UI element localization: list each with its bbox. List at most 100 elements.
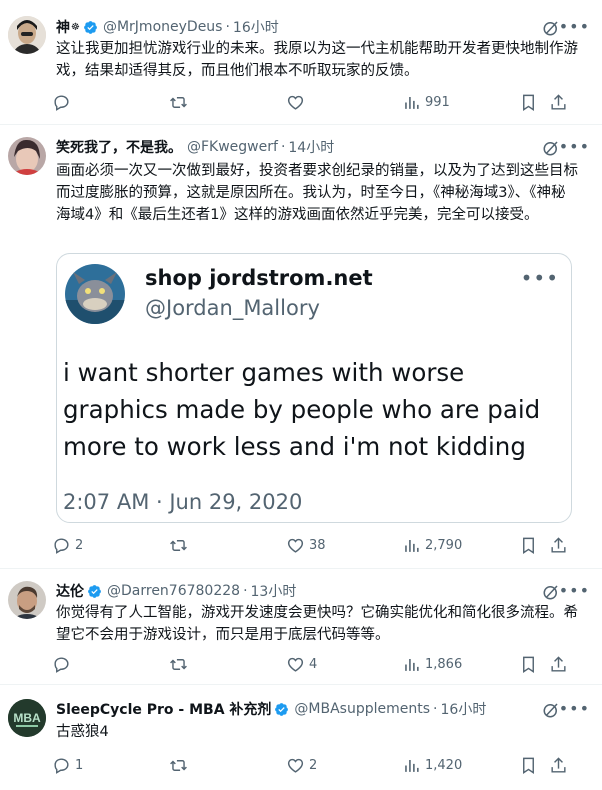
avatar-logo-text: MBA xyxy=(13,711,41,725)
author-handle[interactable]: @Darren76780228 xyxy=(107,583,240,599)
more-options-icon[interactable]: ••• xyxy=(559,18,590,36)
more-options-icon[interactable]: ••• xyxy=(559,138,590,156)
bookmark-icon xyxy=(523,656,534,673)
heart-icon xyxy=(287,758,304,773)
author-name[interactable]: 笑死我了，不是我。 xyxy=(56,137,182,157)
views-button[interactable]: 2,790 xyxy=(402,533,462,557)
views-count: 1,420 xyxy=(425,757,463,773)
analytics-icon xyxy=(405,96,419,109)
share-icon xyxy=(551,655,566,672)
avatar[interactable] xyxy=(8,16,46,54)
author-emoji: ☸ xyxy=(71,21,80,33)
post-header: 笑死我了，不是我。 @FKwegwerf · 14小时 xyxy=(56,137,582,157)
post[interactable]: MBA SleepCycle Pro - MBA 补充剂 @MBAsupplem… xyxy=(0,685,602,790)
share-icon xyxy=(551,536,566,553)
avatar[interactable] xyxy=(8,137,46,175)
author-handle[interactable]: @FKwegwerf xyxy=(187,139,278,155)
retweet-button[interactable] xyxy=(169,90,192,114)
action-bar: 2 38 2,790 xyxy=(52,533,584,557)
retweet-button[interactable] xyxy=(169,652,192,676)
quoted-timestamp: 2:07 AM · Jun 29, 2020 xyxy=(63,490,303,514)
heart-icon xyxy=(287,538,304,553)
reply-button[interactable] xyxy=(52,652,75,676)
post-time[interactable]: 14小时 xyxy=(288,137,334,157)
heart-icon xyxy=(287,95,304,110)
views-button[interactable]: 1,866 xyxy=(402,652,462,676)
reply-icon xyxy=(54,94,69,111)
retweet-button[interactable] xyxy=(169,753,192,777)
share-button[interactable] xyxy=(549,533,568,557)
grok-icon[interactable] xyxy=(542,139,560,157)
bookmark-button[interactable] xyxy=(519,753,538,777)
post-time[interactable]: 16小时 xyxy=(233,17,279,37)
views-count: 991 xyxy=(425,94,450,110)
bookmark-icon xyxy=(523,757,534,774)
post[interactable]: 神 ☸ @MrJmoneyDeus · 16小时 ••• 这让我更加担忧游戏行业… xyxy=(0,0,602,125)
separator: · xyxy=(280,139,286,155)
like-button[interactable]: 38 xyxy=(286,533,326,557)
share-button[interactable] xyxy=(549,652,568,676)
share-button[interactable] xyxy=(549,753,568,777)
post[interactable]: 笑死我了，不是我。 @FKwegwerf · 14小时 ••• 画面必须一次又一… xyxy=(0,125,602,569)
post-text: 你觉得有了人工智能，游戏开发速度会更快吗？它确实能优化和简化很多流程。希望它不会… xyxy=(56,605,578,643)
more-options-icon[interactable]: ••• xyxy=(559,700,590,718)
separator: · xyxy=(225,19,230,35)
retweet-icon xyxy=(170,539,187,551)
views-button[interactable]: 1,420 xyxy=(402,753,462,777)
like-count: 4 xyxy=(309,656,318,672)
grok-icon[interactable] xyxy=(542,701,560,719)
grok-icon[interactable] xyxy=(542,19,560,37)
bookmark-button[interactable] xyxy=(519,652,538,676)
post-header: 神 ☸ @MrJmoneyDeus · 16小时 xyxy=(56,17,582,37)
bookmark-icon xyxy=(523,94,534,111)
bookmark-button[interactable] xyxy=(519,90,538,114)
post-text: 古惑狼4 xyxy=(56,724,109,740)
quoted-avatar xyxy=(65,264,125,324)
post-header: 达伦 @Darren76780228 · 13小时 xyxy=(56,581,582,601)
quoted-author-name: shop jordstrom.net xyxy=(145,266,373,290)
post-time[interactable]: 13小时 xyxy=(251,581,297,601)
author-name[interactable]: SleepCycle Pro - MBA 补充剂 xyxy=(56,699,271,719)
reply-icon xyxy=(54,757,69,774)
avatar[interactable] xyxy=(8,581,46,619)
share-button[interactable] xyxy=(549,90,568,114)
quoted-post[interactable]: shop jordstrom.net @Jordan_Mallory ••• i… xyxy=(56,253,572,523)
views-button[interactable]: 991 xyxy=(402,90,450,114)
reply-count: 1 xyxy=(75,757,84,773)
verified-badge-icon xyxy=(275,702,289,716)
quoted-text: i want shorter games with worse graphics… xyxy=(63,358,541,461)
more-options-icon[interactable]: ••• xyxy=(559,582,590,600)
reply-button[interactable]: 2 xyxy=(52,533,83,557)
action-bar: 1 2 1,420 xyxy=(52,753,584,777)
post-header: SleepCycle Pro - MBA 补充剂 @MBAsupplements… xyxy=(56,699,582,719)
views-count: 2,790 xyxy=(425,537,463,553)
retweet-button[interactable] xyxy=(169,533,192,557)
grok-icon[interactable] xyxy=(542,583,560,601)
like-button[interactable] xyxy=(286,90,309,114)
like-count: 2 xyxy=(309,757,318,773)
share-icon xyxy=(551,756,566,773)
like-button[interactable]: 4 xyxy=(286,652,317,676)
post-time[interactable]: 16小时 xyxy=(441,699,487,719)
avatar[interactable]: MBA xyxy=(8,699,46,737)
reply-button[interactable]: 1 xyxy=(52,753,83,777)
reply-count: 2 xyxy=(75,537,84,553)
author-name[interactable]: 神 xyxy=(56,17,70,37)
bookmark-button[interactable] xyxy=(519,533,538,557)
like-button[interactable]: 2 xyxy=(286,753,317,777)
bookmark-icon xyxy=(523,537,534,554)
reply-button[interactable] xyxy=(52,90,75,114)
author-handle[interactable]: @MrJmoneyDeus xyxy=(103,19,223,35)
quoted-author-handle: @Jordan_Mallory xyxy=(145,296,320,320)
share-icon xyxy=(551,93,566,110)
views-count: 1,866 xyxy=(425,656,463,672)
author-handle[interactable]: @MBAsupplements xyxy=(294,701,430,717)
author-name[interactable]: 达伦 xyxy=(56,581,84,601)
post[interactable]: 达伦 @Darren76780228 · 13小时 ••• 你觉得有了人工智能，… xyxy=(0,569,602,685)
analytics-icon xyxy=(405,759,419,772)
analytics-icon xyxy=(405,539,419,552)
retweet-icon xyxy=(170,658,187,670)
verified-badge-icon xyxy=(84,20,97,34)
retweet-icon xyxy=(170,759,187,771)
retweet-icon xyxy=(170,96,187,108)
